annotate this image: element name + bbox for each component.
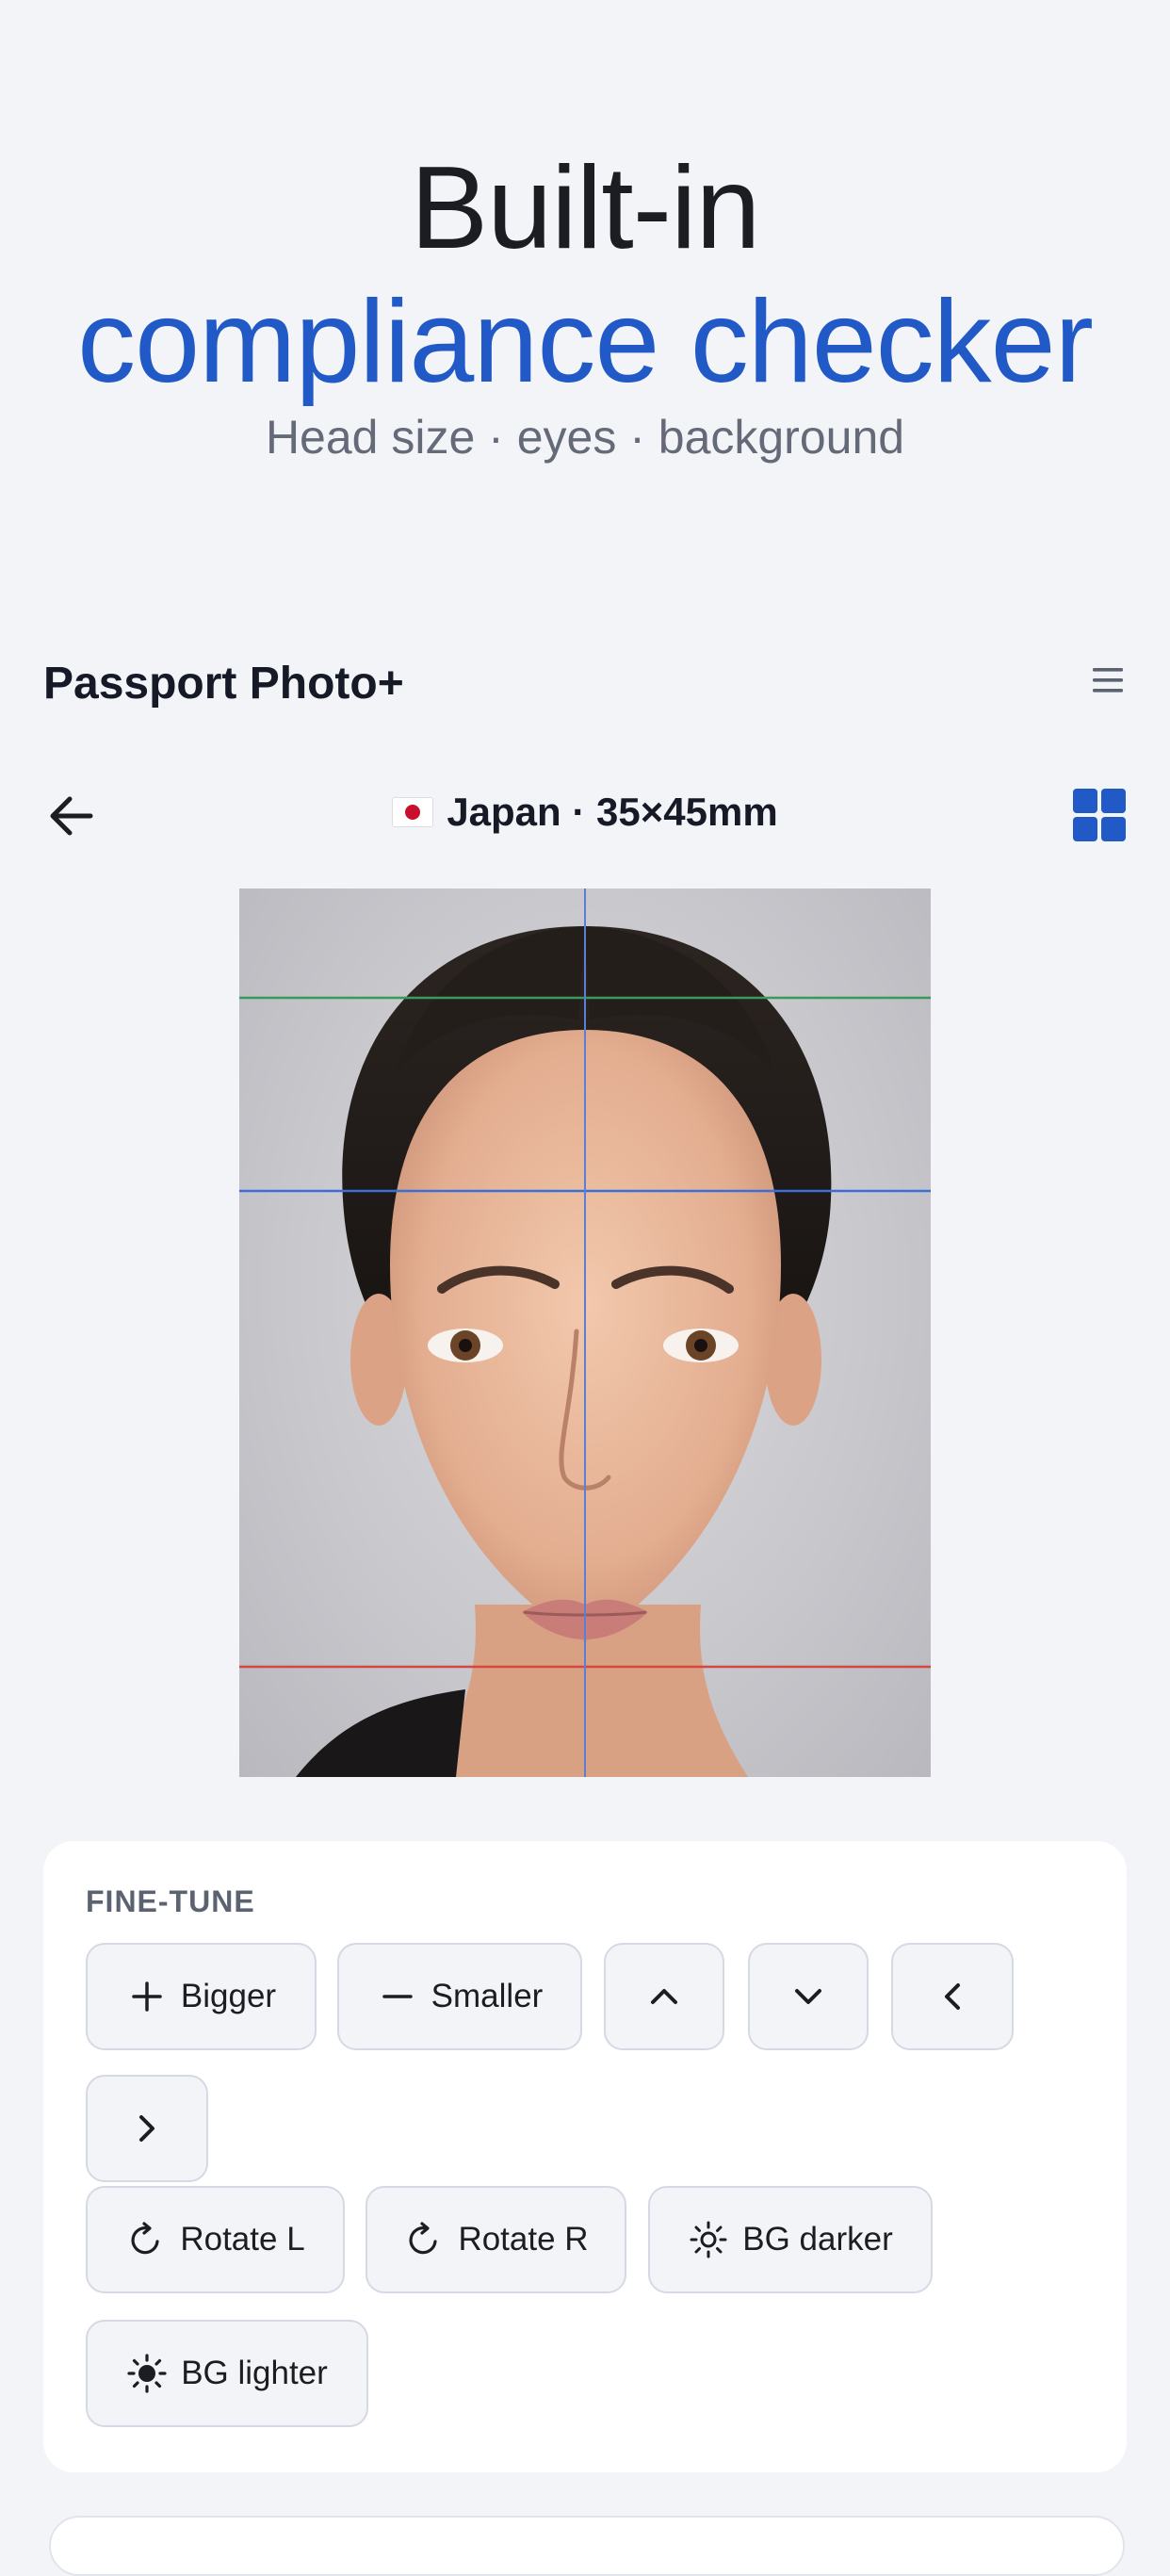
bigger-label: Bigger: [180, 1978, 277, 2014]
portrait-illustration: [239, 889, 931, 1777]
smaller-button[interactable]: Smaller: [337, 1943, 582, 2050]
country-format-title: Japan · 35×45mm: [0, 790, 1170, 835]
move-left-button[interactable]: [891, 1943, 1014, 2050]
bg-darker-label: BG darker: [742, 2221, 893, 2258]
hero: Built-in compliance checker Head size · …: [0, 141, 1170, 465]
move-right-button[interactable]: [86, 2075, 208, 2182]
fine-tune-card: FINE-TUNE Bigger Smaller Rotate L Rotate…: [43, 1841, 1127, 2472]
plus-icon: [132, 1981, 162, 2012]
sun-filled-icon: [127, 2354, 167, 2393]
chevron-down-icon: [795, 1989, 821, 2004]
app-title: Passport Photo+: [43, 659, 404, 709]
rotate-right-button[interactable]: Rotate R: [366, 2186, 626, 2293]
passport-photo-preview[interactable]: [239, 889, 931, 1777]
next-card-edge: [49, 2516, 1125, 2576]
chevron-up-icon: [651, 1989, 677, 2004]
japan-flag-icon: [392, 797, 434, 827]
fine-tune-label: FINE-TUNE: [86, 1884, 255, 1918]
hamburger-icon[interactable]: [1089, 661, 1127, 699]
minus-icon: [382, 1995, 413, 1998]
rotate-right-label: Rotate R: [458, 2221, 589, 2258]
rotate-icon: [131, 2222, 159, 2255]
country-format-label: Japan · 35×45mm: [447, 790, 778, 834]
editor-nav: Japan · 35×45mm: [0, 773, 1170, 857]
bg-lighter-label: BG lighter: [181, 2355, 328, 2391]
sun-outline-icon: [690, 2221, 727, 2258]
chevron-left-icon: [945, 1983, 960, 2010]
bigger-button[interactable]: Bigger: [86, 1943, 317, 2050]
bg-darker-button[interactable]: BG darker: [648, 2186, 933, 2293]
rotate-left-button[interactable]: Rotate L: [86, 2186, 345, 2293]
rotate-left-label: Rotate L: [180, 2221, 305, 2258]
app-bar: Passport Photo+: [43, 652, 1127, 718]
hero-subtitle: Head size · eyes · background: [265, 411, 905, 464]
smaller-label: Smaller: [431, 1978, 544, 2014]
chevron-right-icon: [139, 2115, 154, 2142]
hero-title: Built-in: [410, 143, 760, 273]
move-down-button[interactable]: [748, 1943, 869, 2050]
hero-title-accent: compliance checker: [77, 277, 1094, 407]
move-up-button[interactable]: [604, 1943, 724, 2050]
bg-lighter-button[interactable]: BG lighter: [86, 2320, 368, 2427]
rotate-icon: [409, 2222, 438, 2255]
grid-icon[interactable]: [1072, 788, 1127, 842]
